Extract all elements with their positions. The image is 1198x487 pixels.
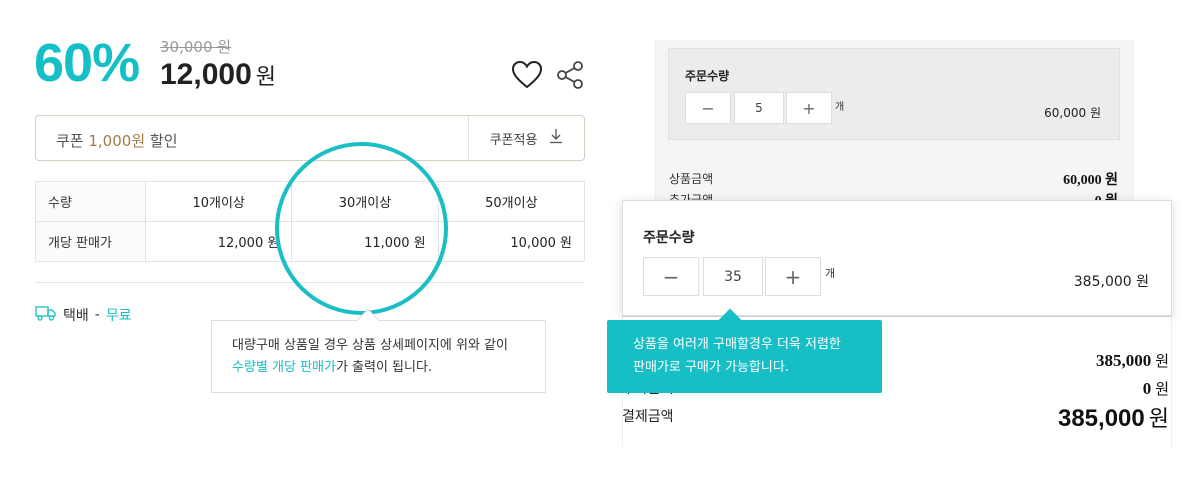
table-cell: 30개이상 [291,181,439,222]
product-amount-value: 60,000 원 [1063,173,1118,188]
amount-unit: 원 [1155,380,1169,398]
delivery-info: 택배 - 무료 [35,305,132,325]
pay-amount-label: 결제금액 [622,409,674,425]
line-total: 60,000 원 [1044,106,1101,120]
increase-button[interactable]: + [786,92,832,124]
tier-price-table: 수량 10개이상 30개이상 50개이상 개당 판매가 12,000 원 11,… [35,181,586,262]
quantity-unit: 개 [835,102,845,113]
amount-number: 0 [1142,379,1152,398]
callout-tier-price: 대량구매 상품일 경우 상품 상세페이지에 위와 같이 수량별 개당 판매가가 … [211,308,546,393]
divider [622,316,1172,317]
order-quantity-title: 주문수량 [643,230,695,246]
product-amount-label: 상품금액 [669,172,714,186]
callout-line: 대량구매 상품일 경우 상품 상세페이지에 위와 같이 [232,338,508,353]
coupon-prefix: 쿠폰 [56,132,89,150]
amount-unit: 원 [1148,406,1169,431]
amount-number: 385,000 [1057,405,1145,432]
discount-rate: 60% [34,33,140,93]
amount-number: 385,000 [1095,351,1152,370]
order-quantity-box: 주문수량 − 5 + 개 60,000 원 [668,48,1120,140]
delivery-fee: 무료 [105,308,132,324]
decrease-button[interactable]: − [685,92,731,124]
table-cell: 11,000 원 [291,221,439,262]
sale-price-value: 12,000 [160,58,252,91]
table-row: 수량 10개이상 30개이상 50개이상 [35,181,586,222]
table-cell: 개당 판매가 [35,221,146,262]
delivery-method: 택배 [63,308,89,324]
coupon-suffix: 할인 [145,132,178,150]
table-cell: 10개이상 [144,181,293,222]
callout-line: 수량별 개당 판매가가 출력이 됩니다. [232,357,525,379]
table-cell: 수량 [35,181,146,222]
apply-coupon-button[interactable]: 쿠폰적용 [468,116,584,160]
amount-unit: 원 [1155,352,1169,370]
download-arrow-icon [549,128,563,148]
heart-icon[interactable] [511,60,543,90]
callout-arrow [356,308,380,332]
sale-price-unit: 원 [255,65,277,90]
callout-highlight: 수량별 개당 판매가 [232,360,336,375]
coupon-box: 쿠폰 1,000원 할인 쿠폰적용 [35,115,585,161]
decrease-button[interactable]: − [643,257,699,296]
original-price: 30,000 원 [160,38,232,56]
table-cell: 12,000 원 [144,221,293,262]
coupon-text: 쿠폰 1,000원 할인 [56,130,178,151]
line-total: 385,000 원 [1073,274,1149,290]
table-cell: 50개이상 [437,181,586,222]
extra-amount-value: 0원 [1143,378,1169,399]
share-icon[interactable] [556,60,584,90]
coupon-amount: 1,000원 [88,132,146,150]
truck-icon [35,305,57,325]
apply-coupon-label: 쿠폰적용 [489,132,538,148]
callout-line: 상품을 여러개 구매할경우 더욱 저렴한 [633,337,841,352]
callout-line: 판매가로 구매가 가능합니다. [633,360,789,375]
table-cell: 10,000 원 [437,221,586,262]
increase-button[interactable]: + [765,257,821,296]
quantity-unit: 개 [825,267,836,280]
quantity-input[interactable]: 35 [703,257,763,296]
pay-amount-value: 385,000 원 [1058,401,1169,433]
table-row: 개당 판매가 12,000 원 11,000 원 10,000 원 [35,221,586,262]
order-quantity-title: 주문수량 [685,69,730,83]
order-quantity-zoom: 주문수량 − 35 + 개 385,000 원 [622,200,1172,316]
divider [35,282,585,283]
callout-rest: 가 출력이 됩니다. [335,360,433,375]
product-amount-value: 385,000 원 [1096,350,1169,371]
quantity-input[interactable]: 5 [734,92,784,124]
callout-bulk-discount: 상품을 여러개 구매할경우 더욱 저렴한 판매가로 구매가 가능합니다. [607,308,882,393]
delivery-separator: - [94,307,100,323]
sale-price: 12,000 원 [160,58,276,92]
